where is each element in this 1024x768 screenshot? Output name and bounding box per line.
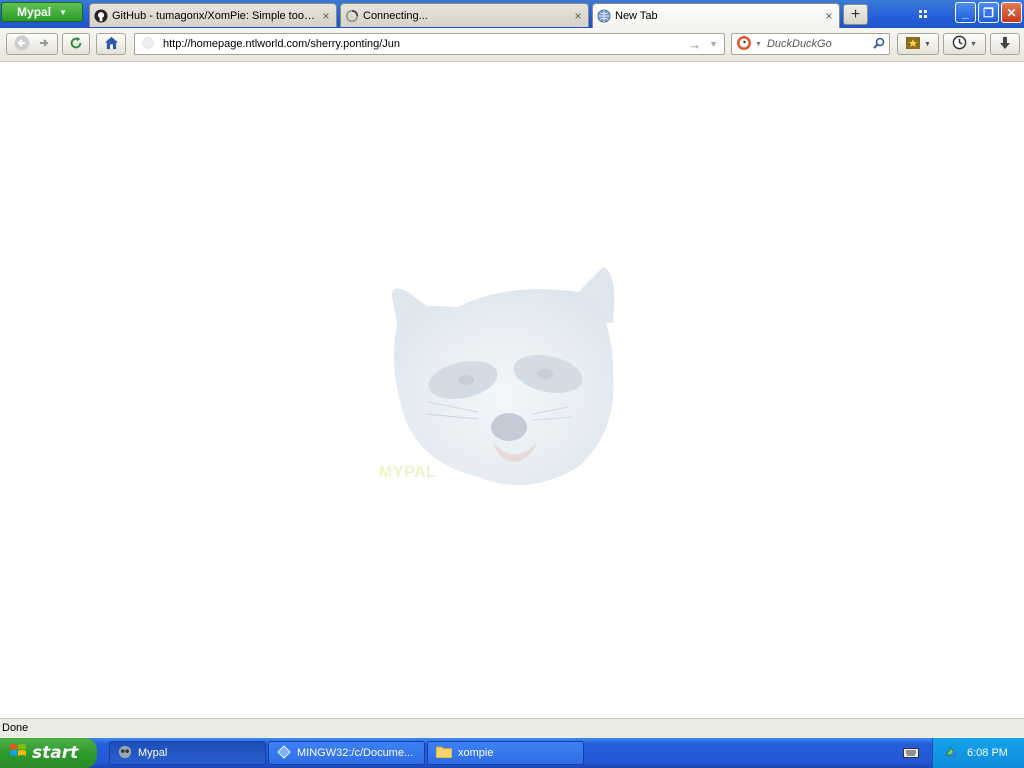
raccoon-face-image <box>392 267 615 485</box>
chevron-down-icon: ▼ <box>59 7 67 17</box>
taskbar-item-label: MINGW32:/c/Docume... <box>297 747 414 759</box>
taskbar-item-mypal[interactable]: Mypal <box>109 741 266 765</box>
tab-github[interactable]: GitHub - tumagonx/XomPie: Simple tools t… <box>89 3 337 27</box>
tab-new-tab[interactable]: New Tab × <box>592 3 840 28</box>
tab-title: New Tab <box>615 10 658 22</box>
app-menu-button[interactable]: Mypal ▼ <box>1 2 83 22</box>
windows-logo-icon <box>8 741 28 766</box>
url-history-dropdown-icon[interactable]: ▼ <box>709 39 718 49</box>
github-icon <box>94 8 108 23</box>
reload-button[interactable] <box>62 33 90 55</box>
mypal-icon <box>118 745 132 762</box>
system-tray: 6:08 PM <box>932 738 1024 768</box>
taskbar-item-label: xompie <box>458 747 494 759</box>
start-button[interactable]: start <box>0 738 97 768</box>
close-tab-icon[interactable]: × <box>320 9 332 23</box>
downloads-button[interactable] <box>990 33 1020 55</box>
taskbar-item-xompie[interactable]: xompie <box>427 741 584 765</box>
tab-title: GitHub - tumagonx/XomPie: Simple tools t… <box>112 9 316 22</box>
url-input[interactable] <box>163 38 681 50</box>
globe-icon <box>597 9 611 23</box>
restore-button[interactable]: ❐ <box>978 2 999 23</box>
home-button[interactable] <box>96 33 126 55</box>
tab-strip: Mypal ▼ GitHub - tumagonx/XomPie: Simple… <box>0 0 1024 28</box>
minimize-button[interactable]: _ <box>955 2 976 23</box>
tab-list-icon[interactable] <box>914 6 932 22</box>
back-forward-group <box>6 33 58 55</box>
site-identity-icon[interactable] <box>141 36 155 53</box>
chevron-down-icon: ▼ <box>924 40 931 48</box>
close-tab-icon[interactable]: × <box>572 9 584 23</box>
search-input[interactable] <box>764 37 870 51</box>
restore-icon: ❐ <box>983 5 994 20</box>
start-label: start <box>32 743 79 763</box>
keyboard-icon[interactable] <box>903 746 919 760</box>
reload-icon <box>69 36 83 53</box>
bookmark-star-icon <box>905 36 921 53</box>
navigation-toolbar: → ▼ ▼ ▼ ▼ <box>0 28 1024 62</box>
mingw-icon <box>277 744 291 762</box>
close-tab-icon[interactable]: × <box>823 9 835 23</box>
chevron-down-icon: ▼ <box>970 40 977 48</box>
new-tab-button[interactable]: + <box>843 4 868 25</box>
watermark-text: MYPAL <box>379 464 437 481</box>
folder-icon <box>435 745 453 761</box>
forward-arrow-icon[interactable] <box>34 37 54 52</box>
download-arrow-icon <box>998 36 1012 53</box>
page-content: MYPAL <box>0 62 1024 718</box>
network-icon[interactable] <box>943 744 959 763</box>
tab-title: Connecting... <box>363 9 428 22</box>
search-engine-dropdown-icon[interactable]: ▼ <box>755 41 762 48</box>
home-icon <box>104 36 119 53</box>
search-icon[interactable] <box>873 37 885 52</box>
status-bar: Done <box>0 718 1024 738</box>
history-button[interactable]: ▼ <box>943 33 986 55</box>
url-bar[interactable]: → ▼ <box>134 33 725 55</box>
search-bar[interactable]: ▼ <box>731 33 890 55</box>
tab-connecting[interactable]: Connecting... × <box>340 3 589 27</box>
close-icon: ✕ <box>1006 5 1017 20</box>
back-arrow-icon[interactable] <box>10 35 34 54</box>
close-window-button[interactable]: ✕ <box>1001 2 1022 23</box>
app-menu-label: Mypal <box>17 5 52 19</box>
loading-icon <box>345 9 359 23</box>
minimize-icon: _ <box>962 5 969 20</box>
clock-text[interactable]: 6:08 PM <box>967 747 1008 759</box>
clock-icon <box>952 35 967 53</box>
taskbar: start Mypal MINGW32:/c/Docume... xompie … <box>0 738 1024 768</box>
bookmarks-button[interactable]: ▼ <box>897 33 939 55</box>
taskbar-item-label: Mypal <box>138 747 168 759</box>
taskbar-item-mingw[interactable]: MINGW32:/c/Docume... <box>268 741 425 765</box>
go-arrow-icon[interactable]: → <box>688 37 701 52</box>
duckduckgo-icon[interactable] <box>736 35 752 54</box>
status-text: Done <box>2 722 29 734</box>
